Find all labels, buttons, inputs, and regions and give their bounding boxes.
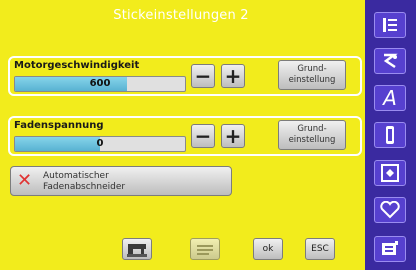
thread-stitch-icon <box>383 53 398 69</box>
embroidery-settings-screen: Stickeinstellungen 2 Motorgeschwindigkei… <box>0 0 416 270</box>
sidebar-menu-button[interactable] <box>374 12 406 38</box>
settings-list-icon <box>197 245 213 255</box>
thread-tension-value: 0 <box>96 138 104 149</box>
motor-speed-reset-line2: einstellung <box>288 75 336 85</box>
thread-tension-reset-line1: Grund- <box>297 124 327 134</box>
motor-speed-reset-button[interactable]: Grund- einstellung <box>278 60 346 90</box>
thread-tension-reset-button[interactable]: Grund- einstellung <box>278 120 346 150</box>
thread-cutter-toggle[interactable]: ✕ Automatischer Fadenabschneider <box>10 166 232 196</box>
sidebar-embroidery-button[interactable] <box>374 160 406 186</box>
sidebar: A <box>365 0 416 270</box>
ok-button[interactable]: ok <box>253 238 283 260</box>
confirm-settings-button[interactable] <box>190 238 220 260</box>
setup-icon <box>382 241 398 255</box>
thread-cutter-label-line2: Fadenabschneider <box>43 182 126 192</box>
thread-tension-label: Fadenspannung <box>14 120 104 131</box>
motor-speed-slider[interactable]: 600 <box>14 76 186 92</box>
bobbin-icon <box>386 126 394 144</box>
motor-speed-reset-line1: Grund- <box>297 64 327 74</box>
sewing-machine-icon <box>127 244 147 257</box>
sidebar-setup-button[interactable] <box>374 236 406 262</box>
thread-cutter-label: Automatischer Fadenabschneider <box>43 171 125 193</box>
thread-cutter-label-line1: Automatischer <box>43 171 109 181</box>
sidebar-stitch-button[interactable] <box>374 48 406 74</box>
page-title: Stickeinstellungen 2 <box>113 8 249 23</box>
thread-tension-panel: Fadenspannung 0 − + Grund- einstellung <box>8 116 362 156</box>
motor-speed-increase-button[interactable]: + <box>221 64 245 88</box>
x-icon: ✕ <box>17 170 33 191</box>
motor-speed-value: 600 <box>89 78 111 89</box>
thread-tension-slider[interactable]: 0 <box>14 136 186 152</box>
thread-tension-reset-line2: einstellung <box>288 135 336 145</box>
thread-tension-increase-button[interactable]: + <box>221 124 245 148</box>
machine-info-button[interactable] <box>122 238 152 260</box>
embroidery-hoop-icon <box>381 164 399 182</box>
motor-speed-decrease-button[interactable]: − <box>191 64 215 88</box>
thread-tension-decrease-button[interactable]: − <box>191 124 215 148</box>
sidebar-alphabet-button[interactable]: A <box>374 85 406 111</box>
motor-speed-panel: Motorgeschwindigkeit 600 − + Grund- eins… <box>8 56 362 96</box>
esc-button[interactable]: ESC <box>305 238 335 260</box>
sidebar-personal-button[interactable] <box>374 197 406 223</box>
sidebar-bobbin-button[interactable] <box>374 122 406 148</box>
font-a-icon: A <box>383 86 397 110</box>
motor-speed-label: Motorgeschwindigkeit <box>14 60 140 71</box>
heart-icon <box>380 200 400 219</box>
menu-list-icon <box>383 18 397 32</box>
